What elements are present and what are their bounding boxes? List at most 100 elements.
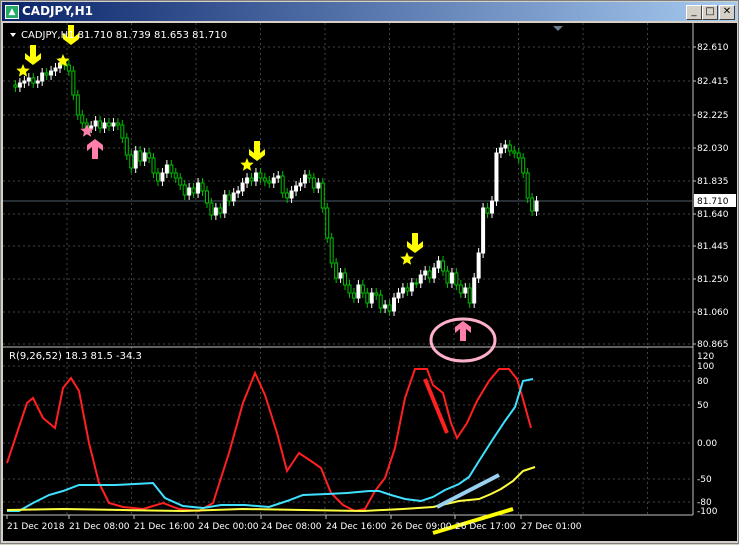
indicator-yellow-line: [6, 466, 536, 513]
candle-body: [498, 147, 503, 154]
time-axis[interactable]: 21 Dec 2018 21 Dec 08:00 21 Dec 16:00 24 De…: [6, 515, 582, 532]
candle-body: [485, 207, 490, 214]
candle-body: [182, 184, 187, 196]
candle-body: [467, 287, 472, 304]
symbol-dropdown-icon[interactable]: [10, 33, 16, 37]
candle-body: [396, 292, 401, 299]
candle-body: [360, 284, 365, 294]
candle-body: [503, 144, 508, 149]
chart-app-icon: ▲: [5, 5, 19, 19]
indicator-header: R(9,26,52) 18.3 81.5 -34.3: [9, 351, 142, 362]
candle-body: [481, 207, 486, 254]
candle-body: [392, 297, 397, 312]
candle-body: [521, 157, 526, 174]
buy-arrow-icon: [87, 139, 103, 159]
candle-body: [302, 174, 307, 184]
chart-canvas[interactable]: CADJPY,H1 81.710 81.739 81.653 81.710 R(…: [3, 23, 737, 541]
indicator-tick-label: 120: [697, 352, 714, 362]
candle-body: [325, 207, 330, 239]
window-title: CADJPY,H1: [22, 4, 93, 18]
candle-body: [441, 260, 446, 272]
candle-body: [138, 150, 143, 162]
time-tick-label: 27 Dec 01:00: [521, 522, 582, 532]
candle-body: [436, 260, 441, 269]
candle-body: [187, 187, 192, 196]
candle-body: [449, 272, 454, 284]
candle-body: [490, 200, 495, 214]
candle-body: [44, 72, 49, 76]
candle-body: [409, 282, 414, 292]
candle-body: [31, 77, 36, 84]
candle-body: [418, 274, 423, 284]
candle-body: [142, 152, 147, 162]
candle-body: [329, 237, 334, 264]
candle-body: [343, 272, 348, 286]
price-tick-label: 81.640: [697, 210, 729, 220]
candle-body: [98, 120, 103, 129]
candle-body: [267, 180, 272, 184]
candlestick-series[interactable]: [13, 58, 539, 316]
candle-body: [129, 154, 134, 169]
indicator-axis: 12010080500.00-50-80-100: [697, 352, 718, 517]
candle-body: [40, 72, 45, 82]
candle-body: [115, 122, 120, 126]
candle-body: [245, 177, 250, 184]
candle-body: [405, 287, 410, 292]
chart-area[interactable]: CADJPY,H1 81.710 81.739 81.653 81.710 R(…: [3, 23, 737, 541]
candle-body: [106, 122, 111, 127]
minimize-button[interactable]: _: [686, 5, 702, 20]
price-tick-label: 82.415: [697, 77, 729, 87]
candle-body: [222, 194, 227, 214]
candle-body: [534, 200, 539, 212]
candle-body: [160, 172, 165, 182]
candle-body: [17, 82, 22, 88]
shift-marker-icon[interactable]: [553, 26, 563, 31]
candle-body: [512, 150, 517, 154]
indicator-tick-label: 80: [697, 377, 709, 387]
candle-body: [93, 120, 98, 127]
candle-body: [476, 252, 481, 279]
candle-body: [414, 282, 419, 285]
candle-body: [280, 175, 285, 194]
candle-body: [155, 172, 160, 182]
indicator-tick-label: -100: [697, 507, 718, 517]
candle-body: [22, 80, 27, 84]
time-tick-label: 26 Dec 09:00: [391, 522, 452, 532]
candle-body: [164, 164, 169, 174]
chart-window: ▲ CADJPY,H1 _ □ ✕ CADJPY,H1 81.710 81.73…: [0, 0, 739, 544]
candle-body: [213, 207, 218, 216]
candle-body: [507, 144, 512, 152]
candle-body: [258, 172, 263, 179]
candle-body: [209, 202, 214, 216]
candle-body: [369, 292, 374, 304]
candle-body: [311, 177, 316, 189]
candle-body: [240, 182, 245, 192]
price-tick-label: 81.445: [697, 242, 729, 252]
candle-body: [236, 190, 241, 194]
candle-body: [356, 284, 361, 299]
candle-body: [387, 304, 392, 312]
candle-body: [151, 157, 156, 174]
candle-body: [316, 182, 321, 189]
signal-star-icon: [240, 158, 254, 171]
candle-body: [120, 124, 125, 139]
maximize-button[interactable]: □: [702, 5, 718, 20]
title-bar[interactable]: ▲ CADJPY,H1 _ □ ✕: [2, 2, 737, 21]
chart-grid: [3, 23, 693, 515]
price-tick-label: 81.060: [697, 308, 729, 318]
sell-arrow-icon: [25, 45, 41, 65]
candle-body: [196, 182, 201, 194]
candle-body: [66, 64, 71, 72]
candle-body: [525, 172, 530, 199]
candle-body: [35, 80, 40, 84]
candle-body: [463, 287, 468, 294]
indicator-tick-label: 0.00: [697, 439, 717, 449]
main-chart-header: CADJPY,H1 81.710 81.739 81.653 81.710: [21, 30, 227, 41]
sell-arrow-icon: [407, 233, 423, 253]
candle-body: [454, 272, 459, 286]
candle-body: [423, 270, 428, 276]
candle-body: [383, 304, 388, 309]
candle-body: [458, 284, 463, 294]
price-tick-label: 82.610: [697, 43, 729, 53]
close-button[interactable]: ✕: [719, 5, 735, 20]
